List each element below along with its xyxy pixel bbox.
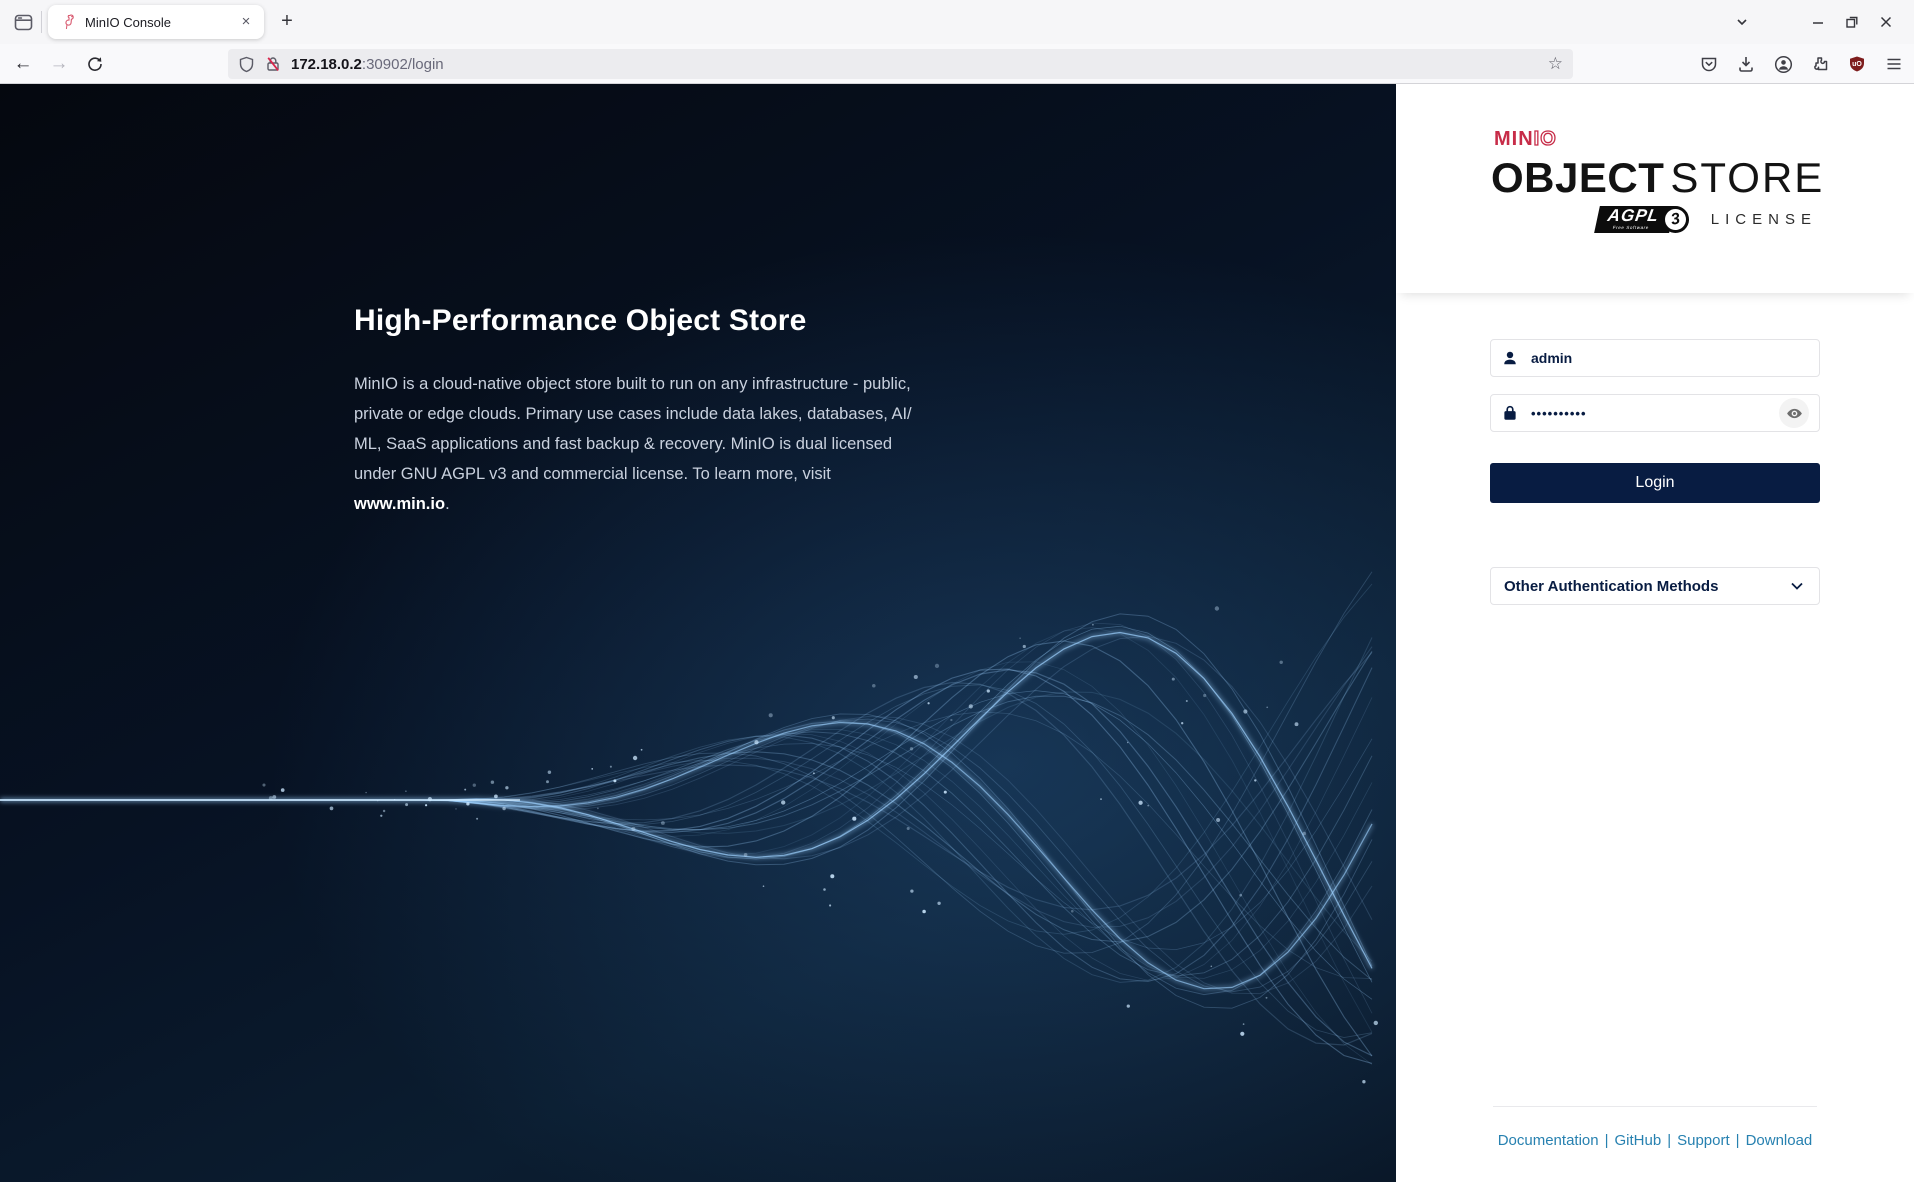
insecure-lock-icon[interactable] (265, 56, 281, 72)
lock-icon (1501, 404, 1519, 422)
url-path: :30902/login (362, 56, 444, 73)
window-minimize-button[interactable] (1804, 8, 1832, 36)
downloads-icon[interactable] (1734, 52, 1758, 76)
browser-tab[interactable]: MinIO Console × (48, 5, 264, 39)
hero-panel: High-Performance Object Store MinIO is a… (0, 84, 1396, 1182)
user-icon (1501, 349, 1519, 367)
agpl-license-row: AGPL Free Software 3 LICENSE (1597, 206, 1817, 233)
password-value: •••••••••• (1531, 406, 1587, 421)
back-button[interactable]: ← (6, 47, 40, 81)
chevron-down-icon (1788, 577, 1806, 595)
paragraph-line: private or edge clouds. Primary use case… (354, 399, 934, 429)
username-input[interactable]: admin (1490, 339, 1820, 377)
minio-logo: MINIO (1494, 128, 1557, 151)
account-icon[interactable] (1771, 52, 1795, 76)
hero-paragraph: MinIO is a cloud-native object store bui… (354, 369, 934, 519)
other-auth-accordion[interactable]: Other Authentication Methods (1490, 567, 1820, 605)
url-bar[interactable]: 172.18.0.2:30902/login ☆ (228, 49, 1573, 79)
toolbar-icons: uO (1697, 49, 1906, 79)
tab-close-icon[interactable]: × (236, 12, 256, 32)
forward-button[interactable]: → (42, 47, 76, 81)
extensions-puzzle-icon[interactable] (1808, 52, 1832, 76)
username-value: admin (1531, 350, 1572, 366)
footer-link-support[interactable]: Support (1677, 1132, 1730, 1149)
firefox-view-icon (14, 13, 33, 32)
login-form: admin •••••••••• Login Other Authenticat… (1490, 339, 1820, 605)
ublock-origin-icon[interactable]: uO (1845, 52, 1869, 76)
eye-icon (1786, 405, 1803, 422)
toggle-password-visibility-button[interactable] (1779, 398, 1809, 428)
reload-icon (87, 56, 103, 72)
browser-window: MinIO Console × + ← → (0, 0, 1914, 1182)
hero-heading: High-Performance Object Store (354, 304, 807, 338)
page-content: High-Performance Object Store MinIO is a… (0, 84, 1914, 1182)
tab-separator (41, 11, 42, 33)
window-restore-button[interactable] (1838, 8, 1866, 36)
footer-divider (1493, 1106, 1817, 1107)
panel-footer: Documentation|GitHub|Support|Download (1396, 1132, 1914, 1149)
list-tabs-chevron-icon[interactable] (1728, 8, 1756, 36)
svg-text:uO: uO (1852, 61, 1862, 68)
tab-bar: MinIO Console × + (0, 0, 1914, 44)
browser-toolbar: ← → 172.18.0.2:30902/login ☆ (0, 44, 1914, 84)
paragraph-line: ML, SaaS applications and fast backup & … (354, 429, 934, 459)
password-input[interactable]: •••••••••• (1490, 394, 1820, 432)
brand-header: MINIO OBJECTSTORE AGPL Free Software 3 L… (1396, 84, 1914, 293)
reload-button[interactable] (78, 47, 112, 81)
footer-link-github[interactable]: GitHub (1615, 1132, 1662, 1149)
login-button[interactable]: Login (1490, 463, 1820, 503)
other-auth-label: Other Authentication Methods (1504, 578, 1718, 595)
tab-title: MinIO Console (85, 15, 236, 30)
minio-favicon (60, 14, 76, 30)
logo-io: IO (1534, 128, 1557, 150)
footer-link-documentation[interactable]: Documentation (1498, 1132, 1599, 1149)
wave-graphic (0, 84, 1396, 1182)
bookmark-star-icon[interactable]: ☆ (1548, 54, 1563, 74)
pocket-icon[interactable] (1697, 52, 1721, 76)
footer-link-download[interactable]: Download (1746, 1132, 1813, 1149)
menu-hamburger-icon[interactable] (1882, 52, 1906, 76)
url-host: 172.18.0.2 (291, 56, 362, 73)
paragraph-line: under GNU AGPL v3 and commercial license… (354, 459, 934, 489)
logo-min: MIN (1494, 128, 1534, 150)
new-tab-button[interactable]: + (272, 8, 302, 36)
paragraph-line: MinIO is a cloud-native object store bui… (354, 369, 934, 399)
login-panel: MINIO OBJECTSTORE AGPL Free Software 3 L… (1396, 84, 1914, 1182)
object-store-title: OBJECTSTORE (1491, 154, 1824, 202)
license-label: LICENSE (1711, 211, 1817, 228)
min-io-link[interactable]: www.min.io (354, 495, 445, 513)
link-suffix: . (445, 495, 450, 513)
tracking-shield-icon[interactable] (238, 56, 255, 73)
firefox-view-button[interactable] (8, 8, 38, 36)
window-close-button[interactable] (1872, 8, 1900, 36)
